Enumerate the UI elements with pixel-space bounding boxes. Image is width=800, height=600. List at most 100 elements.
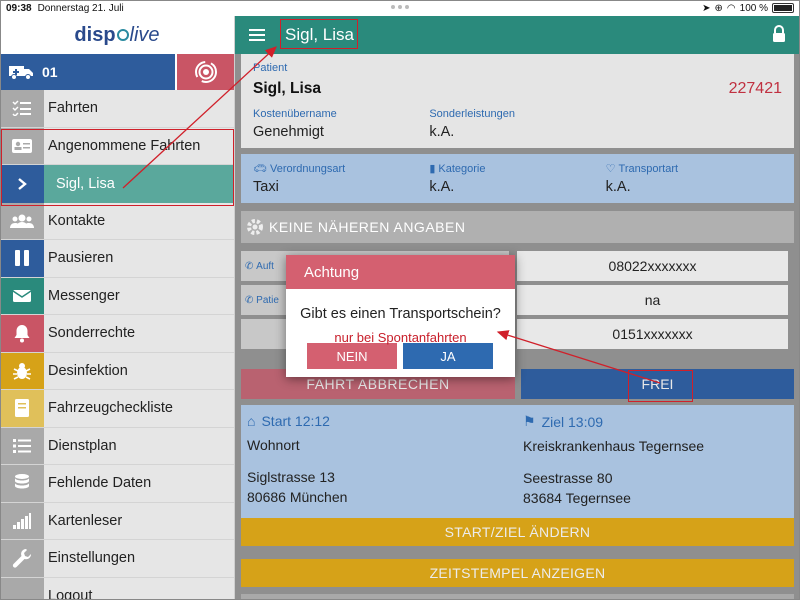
- sidebar-item-fahrten[interactable]: Fahrten: [0, 90, 234, 128]
- vehicle-row: 01: [0, 54, 234, 90]
- list-icon: [0, 427, 44, 464]
- location-icon: ➤: [702, 2, 711, 14]
- logo-ring-icon: [116, 29, 129, 41]
- dialog-question: Gibt es einen Transportschein?: [300, 306, 501, 322]
- vehicle-selector[interactable]: 01: [0, 54, 175, 90]
- sidebar-item-label: Fahrzeugcheckliste: [48, 400, 173, 417]
- sidebar-item-desinfektion[interactable]: Desinfektion: [0, 352, 234, 390]
- sidebar-item-label: Fahrten: [48, 100, 98, 117]
- nein-button[interactable]: NEIN: [307, 343, 397, 369]
- verordnungsart-label: 🚗︎ Verordnungsart: [253, 162, 346, 176]
- hamburger-menu-icon[interactable]: [235, 29, 279, 41]
- sonderleistungen-label: Sonderleistungen: [429, 108, 515, 120]
- start-header: ⌂ Start 12:12: [247, 413, 330, 429]
- multitask-dots-icon: [385, 5, 415, 9]
- sidebar-item-kartenleser[interactable]: Kartenleser: [0, 502, 234, 540]
- home-icon: ⌂: [247, 413, 256, 429]
- status-time: 09:38: [6, 2, 32, 14]
- sidebar-item-fehlende-daten[interactable]: Fehlende Daten: [0, 465, 234, 503]
- start-ziel-aendern-button[interactable]: START/ZIEL ÄNDERN: [241, 518, 794, 546]
- top-bar: Sigl, Lisa: [235, 16, 800, 54]
- logout-icon: [0, 577, 44, 600]
- route-card: ⌂ Start 12:12 Wohnort Siglstrasse 13 8068…: [241, 405, 794, 525]
- sidebar-item-label: Logout: [48, 587, 93, 600]
- status-bar: 09:38 Donnerstag 21. Juli ➤ ⊕ ◠ 100 %: [0, 0, 800, 16]
- sidebar-item-label: Sonderrechte: [48, 325, 136, 342]
- heartbeat-icon: ♡: [605, 163, 616, 175]
- wifi-icon: ◠: [726, 2, 736, 14]
- patient-label: Patient: [253, 62, 288, 74]
- sidebar-item-label: Desinfektion: [48, 362, 128, 379]
- sidebar-item-label: Kartenleser: [48, 512, 123, 529]
- phone-icon: ✆: [245, 294, 254, 306]
- auftraggeber-phone[interactable]: 08022xxxxxxx: [517, 251, 788, 281]
- vehicle-number: 01: [42, 64, 58, 80]
- flag-icon: ⚑: [523, 413, 536, 429]
- achtung-dialog: Achtung Gibt es einen Transportschein? N…: [286, 255, 515, 377]
- ziel-city: 83684 Tegernsee: [523, 490, 631, 506]
- sidebar-item-dienstplan[interactable]: Dienstplan: [0, 427, 234, 465]
- transportart-value: k.A.: [605, 179, 631, 195]
- kostenuebername-value: Genehmigt: [253, 124, 324, 140]
- verordnung-card: 🚗︎ Verordnungsart Taxi ▮ Kategorie k.A. ♡ T…: [241, 154, 794, 203]
- frei-button[interactable]: FREI: [521, 369, 794, 399]
- start-column: ⌂ Start 12:12 Wohnort Siglstrasse 13 8068…: [241, 405, 517, 513]
- ziel-street: Seestrasse 80: [523, 470, 613, 486]
- start-city: 80686 München: [247, 489, 348, 505]
- sidebar-item-messenger[interactable]: Messenger: [0, 277, 234, 315]
- sidebar-subitem-sigl-lisa[interactable]: Sigl, Lisa: [0, 165, 234, 203]
- zeitstempel-anzeigen-button[interactable]: ZEITSTEMPEL ANZEIGEN: [241, 559, 794, 587]
- sidebar: disp live 01 Fahrten Angenommene Fahrten …: [0, 16, 235, 600]
- radio-signal-icon: [194, 61, 217, 83]
- transportart-label: ♡ Transportart: [605, 162, 679, 176]
- sidebar-item-einstellungen[interactable]: Einstellungen: [0, 540, 234, 578]
- sidebar-item-label: Angenommene Fahrten: [48, 137, 201, 154]
- ambulance-icon: [0, 63, 42, 81]
- ja-button[interactable]: JA: [403, 343, 493, 369]
- phone-icon: ✆: [245, 260, 254, 272]
- wrench-icon: [0, 540, 44, 577]
- sidebar-item-sonderrechte[interactable]: Sonderrechte: [0, 315, 234, 353]
- sidebar-item-label: Dienstplan: [48, 437, 117, 454]
- sidebar-item-angenommene-fahrten[interactable]: Angenommene Fahrten: [0, 127, 234, 165]
- kategorie-value: k.A.: [429, 179, 455, 195]
- sidebar-item-label: Einstellungen: [48, 550, 136, 567]
- radio-button[interactable]: [175, 54, 234, 90]
- book-icon: [0, 390, 44, 427]
- sidebar-item-logout[interactable]: Logout: [0, 577, 234, 600]
- id-card-icon: [0, 127, 44, 164]
- more-button-partial[interactable]: [241, 594, 794, 600]
- bug-icon: [0, 352, 44, 389]
- dialog-title: Achtung: [286, 255, 515, 289]
- keine-naeheren-angaben-bar[interactable]: KEINE NÄHEREN ANGABEN: [241, 211, 794, 243]
- status-right: ➤ ⊕ ◠ 100 %: [702, 3, 794, 14]
- lock-rotation-icon: ⊕: [714, 2, 723, 14]
- patient-number: 227421: [728, 80, 782, 97]
- list-check-icon: [0, 90, 44, 127]
- sidebar-item-kontakte[interactable]: Kontakte: [0, 202, 234, 240]
- patient-phone-2[interactable]: 0151xxxxxxx: [517, 319, 788, 349]
- content-column: Patient Sigl, Lisa 227421 Kostenübername…: [235, 54, 800, 203]
- ziel-header: ⚑ Ziel 13:09: [523, 413, 604, 430]
- patient-name: Sigl, Lisa: [253, 80, 322, 97]
- kostenuebername-label: Kostenübername: [253, 108, 337, 120]
- ziel-column: ⚑ Ziel 13:09 Kreiskrankenhaus Tegernsee S…: [517, 405, 793, 514]
- battery-label: 100 %: [739, 2, 768, 14]
- verordnungsart-value: Taxi: [253, 179, 279, 195]
- sidebar-item-label: Messenger: [48, 287, 120, 304]
- patient-phone-1[interactable]: na: [517, 285, 788, 315]
- sonderleistungen-value: k.A.: [429, 124, 455, 140]
- sidebar-item-fahrzeugcheckliste[interactable]: Fahrzeugcheckliste: [0, 390, 234, 428]
- sidebar-item-pausieren[interactable]: Pausieren: [0, 240, 234, 278]
- lock-icon[interactable]: [772, 24, 786, 46]
- envelope-icon: [0, 277, 44, 314]
- ziel-place: Kreiskrankenhaus Tegernsee: [523, 438, 705, 454]
- start-street: Siglstrasse 13: [247, 469, 335, 485]
- sidebar-item-label: Fehlende Daten: [48, 475, 152, 492]
- kategorie-label: ▮ Kategorie: [429, 162, 486, 176]
- sidebar-item-label: Pausieren: [48, 250, 114, 267]
- app-window: 09:38 Donnerstag 21. Juli ➤ ⊕ ◠ 100 % di…: [0, 0, 800, 600]
- start-place: Wohnort: [247, 437, 300, 453]
- clipboard-icon: ▮: [429, 163, 436, 175]
- logo-text-1: disp: [74, 23, 116, 46]
